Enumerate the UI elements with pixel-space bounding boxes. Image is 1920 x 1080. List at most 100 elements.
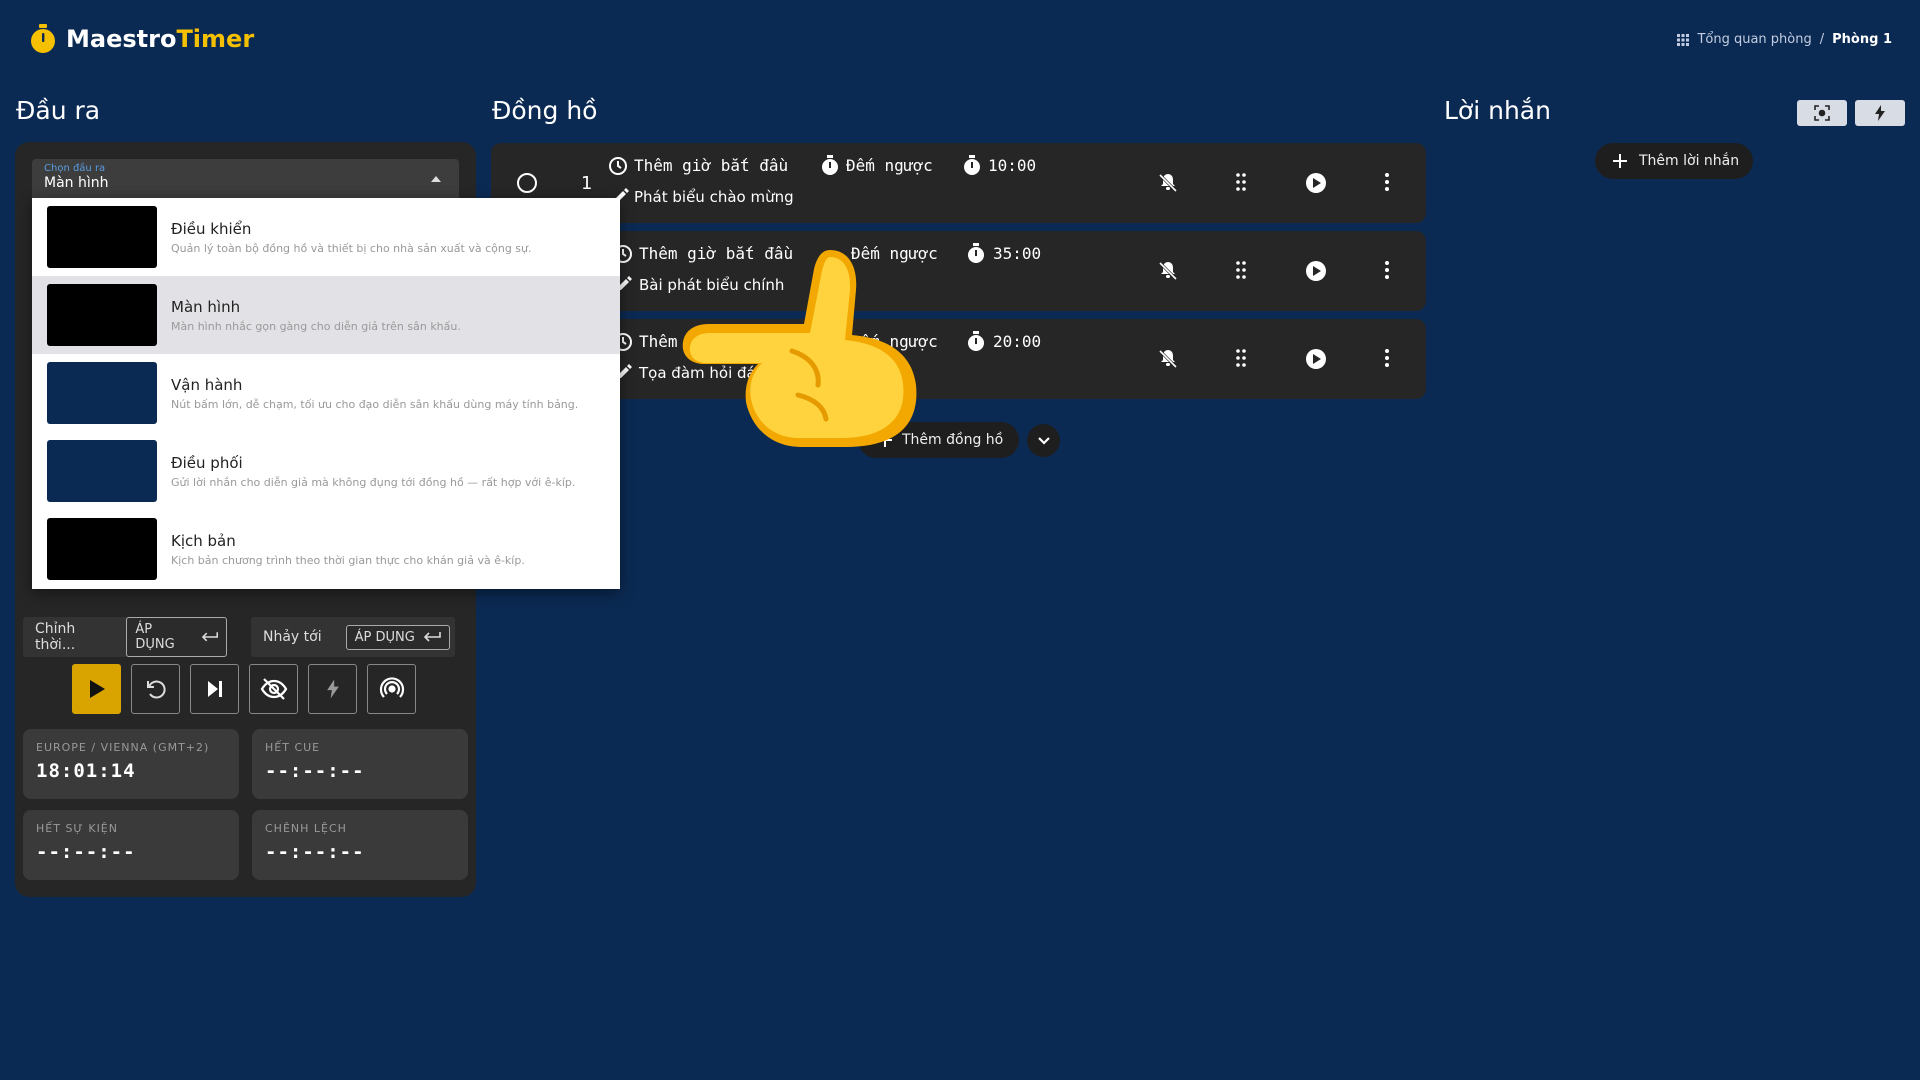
focus-mode-button[interactable]: [1797, 100, 1847, 126]
output-option-thumbnail: [47, 362, 157, 424]
output-option-title: Vận hành: [171, 375, 243, 394]
breadcrumb: Tổng quan phòng / Phòng 1: [1677, 32, 1892, 47]
jump-to-label: Nhảy tới: [263, 629, 322, 645]
control-inputs-row: Chỉnh thời... ÁP DỤNG Nhảy tới ÁP DỤNG: [23, 617, 455, 657]
timer-mode[interactable]: Đếm ngược: [846, 156, 933, 175]
timer-start-time[interactable]: Thêm giờ bắt đầu: [634, 156, 788, 175]
stopwatch-logo-icon: [31, 24, 55, 53]
adjust-time-field[interactable]: Chỉnh thời... ÁP DỤNG: [23, 617, 227, 657]
cue-end-label: HẾT CUE: [265, 741, 321, 754]
event-end-card: HẾT SỰ KIỆN --:--:--: [23, 810, 239, 880]
lightning-icon: [326, 679, 339, 699]
stopwatch-icon: [821, 155, 839, 176]
broadcast-icon: [379, 677, 404, 698]
output-option-desc: Màn hình nhắc gọn gàng cho diễn giả trên…: [171, 319, 461, 333]
jump-to-field[interactable]: Nhảy tới ÁP DỤNG: [251, 617, 455, 657]
more-vert-icon[interactable]: [1384, 349, 1390, 367]
timer-duration-icon: [967, 243, 985, 264]
timer-name[interactable]: Phát biểu chào mừng: [634, 188, 794, 206]
add-timer-more-button[interactable]: [1027, 424, 1060, 457]
timers-title: Đồng hồ: [492, 96, 598, 125]
enter-arrow-icon: [423, 632, 441, 642]
output-option-desc: Nút bấm lớn, dễ chạm, tối ưu cho đạo diễ…: [171, 397, 579, 411]
output-option-operator[interactable]: Vận hành Nút bấm lớn, dễ chạm, tối ưu ch…: [32, 354, 620, 432]
pencil-icon: [618, 364, 632, 378]
timer-row[interactable]: Thêm giờ bắt đầu Đếm ngược 35:00 Bài phá…: [491, 231, 1426, 311]
output-option-thumbnail: [47, 206, 157, 268]
output-option-desc: Kịch bản chương trình theo thời gian thự…: [171, 553, 525, 567]
grid-icon: [1677, 33, 1690, 46]
broadcast-button[interactable]: [367, 664, 416, 714]
timer-index: 1: [581, 173, 593, 194]
event-end-label: HẾT SỰ KIỆN: [36, 822, 118, 835]
bell-off-icon[interactable]: [1158, 348, 1178, 368]
add-message-button[interactable]: Thêm lời nhắn: [1595, 143, 1753, 179]
play-circle-icon[interactable]: [1305, 260, 1327, 282]
output-option-thumbnail: [47, 518, 157, 580]
apply-adjust-button[interactable]: ÁP DỤNG: [126, 617, 227, 657]
timer-row[interactable]: Thêm giờ bắt đầu Đếm ngược 20:00 Tọa đàm…: [491, 319, 1426, 399]
reset-button[interactable]: [131, 664, 180, 714]
enter-arrow-icon: [201, 632, 218, 642]
flash-button[interactable]: [1855, 100, 1905, 126]
timer-duration-icon: [967, 331, 985, 352]
blackout-button[interactable]: [249, 664, 298, 714]
output-option-control[interactable]: Điều khiển Quản lý toàn bộ đồng hồ và th…: [32, 198, 620, 276]
breadcrumb-room-overview-link[interactable]: Tổng quan phòng: [1697, 32, 1811, 47]
drag-handle-icon[interactable]: [1236, 173, 1246, 191]
drag-handle-icon[interactable]: [1236, 261, 1246, 279]
offset-label: CHÊNH LỆCH: [265, 822, 347, 835]
app-logo[interactable]: MaestroTimer: [30, 24, 254, 54]
cue-end-value: --:--:--: [265, 760, 365, 782]
cue-end-card: HẾT CUE --:--:--: [252, 729, 468, 799]
breadcrumb-separator: /: [1819, 32, 1825, 47]
timer-duration[interactable]: 35:00: [993, 244, 1041, 263]
next-button[interactable]: [190, 664, 239, 714]
timezone-value: 18:01:14: [36, 760, 136, 782]
output-title: Đầu ra: [16, 96, 101, 125]
timer-duration[interactable]: 20:00: [993, 332, 1041, 351]
output-select[interactable]: Chọn đầu ra Màn hình: [32, 159, 459, 203]
caret-up-icon: [431, 176, 441, 182]
play-button[interactable]: [72, 664, 121, 714]
logo-text-timer: Timer: [176, 25, 255, 53]
breadcrumb-current: Phòng 1: [1832, 32, 1892, 47]
reset-icon: [146, 680, 166, 699]
play-icon: [89, 680, 105, 698]
skip-next-icon: [207, 681, 222, 697]
play-circle-icon[interactable]: [1305, 348, 1327, 370]
bell-off-icon[interactable]: [1158, 172, 1178, 192]
timer-row[interactable]: 1 Thêm giờ bắt đầu Đếm ngược 10:00 Phát …: [491, 143, 1426, 223]
play-circle-icon[interactable]: [1305, 172, 1327, 194]
more-vert-icon[interactable]: [1384, 173, 1390, 191]
playback-toolbar: [72, 664, 416, 714]
eye-off-icon: [260, 678, 287, 700]
output-option-thumbnail: [47, 284, 157, 346]
add-message-label: Thêm lời nhắn: [1639, 153, 1740, 169]
output-option-moderator[interactable]: Điều phối Gửi lời nhắn cho diễn giả mà k…: [32, 432, 620, 510]
lightning-icon: [1875, 105, 1885, 121]
pencil-icon: [618, 276, 632, 290]
timer-duration-icon: [963, 155, 981, 176]
apply-jump-button[interactable]: ÁP DỤNG: [345, 624, 450, 650]
timezone-label: EUROPE / VIENNA (GMT+2): [36, 741, 210, 754]
output-option-screen[interactable]: Màn hình Màn hình nhắc gọn gàng cho diễn…: [32, 276, 620, 354]
output-select-label: Chọn đầu ra: [44, 163, 106, 174]
clock-icon: [608, 156, 628, 176]
chevron-down-icon: [1037, 436, 1050, 445]
timer-duration[interactable]: 10:00: [988, 156, 1036, 175]
focus-icon: [1814, 105, 1830, 121]
bell-off-icon[interactable]: [1158, 260, 1178, 280]
adjust-time-label: Chỉnh thời...: [35, 621, 76, 653]
more-vert-icon[interactable]: [1384, 261, 1390, 279]
output-option-desc: Gửi lời nhắn cho diễn giả mà không đụng …: [171, 475, 576, 489]
output-option-agenda[interactable]: Kịch bản Kịch bản chương trình theo thời…: [32, 510, 620, 588]
logo-text-maestro: Maestro: [66, 25, 177, 53]
pointing-hand-icon: [682, 250, 917, 447]
select-circle-icon[interactable]: [517, 173, 537, 193]
output-select-value: Màn hình: [44, 175, 109, 191]
flash-timer-button[interactable]: [308, 664, 357, 714]
output-option-title: Điều khiển: [171, 219, 252, 238]
apply-jump-label: ÁP DỤNG: [354, 629, 415, 645]
drag-handle-icon[interactable]: [1236, 349, 1246, 367]
